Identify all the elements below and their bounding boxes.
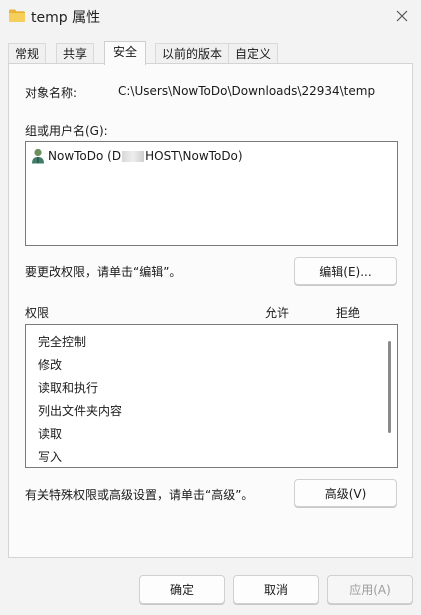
tab-previous-versions[interactable]: 以前的版本 xyxy=(155,43,230,64)
ok-button[interactable]: 确定 xyxy=(139,575,225,604)
list-item[interactable]: NowToDo (D HOST\NowToDo) xyxy=(31,148,243,164)
dialog-footer: 确定 取消 应用(A) xyxy=(0,558,421,615)
tab-security[interactable]: 安全 xyxy=(104,41,147,65)
user-list[interactable]: NowToDo (D HOST\NowToDo) xyxy=(25,141,398,246)
close-button[interactable] xyxy=(389,4,415,28)
permission-item: 读取 xyxy=(38,427,63,441)
folder-icon xyxy=(9,9,25,22)
advanced-button[interactable]: 高级(V) xyxy=(294,479,397,507)
permission-item: 列出文件夹内容 xyxy=(38,404,123,418)
edit-button[interactable]: 编辑(E)... xyxy=(294,257,397,285)
group-or-user-label: 组或用户名(G): xyxy=(25,124,108,138)
window-title: temp 属性 xyxy=(31,10,101,26)
object-name-value: C:\Users\NowToDo\Downloads\22934\temp xyxy=(118,84,376,98)
deny-column-header: 拒绝 xyxy=(336,306,361,320)
tab-sharing[interactable]: 共享 xyxy=(56,43,95,64)
advanced-hint: 有关特殊权限或高级设置，请单击“高级”。 xyxy=(25,488,254,502)
object-name-label: 对象名称: xyxy=(25,86,78,100)
permission-item: 读取和执行 xyxy=(38,381,99,395)
security-panel: 对象名称: C:\Users\NowToDo\Downloads\22934\t… xyxy=(8,63,413,558)
scrollbar-thumb[interactable] xyxy=(388,341,391,433)
tab-strip: 常规 共享 安全 以前的版本 自定义 xyxy=(8,41,413,65)
permissions-label: 权限 xyxy=(25,306,50,320)
user-name-start: NowToDo (D xyxy=(48,149,122,163)
close-icon xyxy=(396,10,408,22)
tab-general[interactable]: 常规 xyxy=(8,43,47,64)
cancel-button[interactable]: 取消 xyxy=(233,575,319,604)
permission-item: 完全控制 xyxy=(38,335,87,349)
user-name-end: HOST\NowToDo) xyxy=(145,149,243,163)
edit-hint: 要更改权限，请单击“编辑”。 xyxy=(25,265,182,279)
permission-item: 修改 xyxy=(38,358,63,372)
redacted-blur xyxy=(122,150,145,162)
permissions-list[interactable]: 完全控制 修改 读取和执行 列出文件夹内容 读取 写入 xyxy=(25,324,398,468)
title-bar: temp 属性 xyxy=(0,0,421,34)
apply-button[interactable]: 应用(A) xyxy=(327,575,413,604)
user-icon xyxy=(32,148,44,164)
allow-column-header: 允许 xyxy=(265,306,290,320)
permission-item: 写入 xyxy=(38,450,63,464)
tab-customize[interactable]: 自定义 xyxy=(228,43,279,64)
